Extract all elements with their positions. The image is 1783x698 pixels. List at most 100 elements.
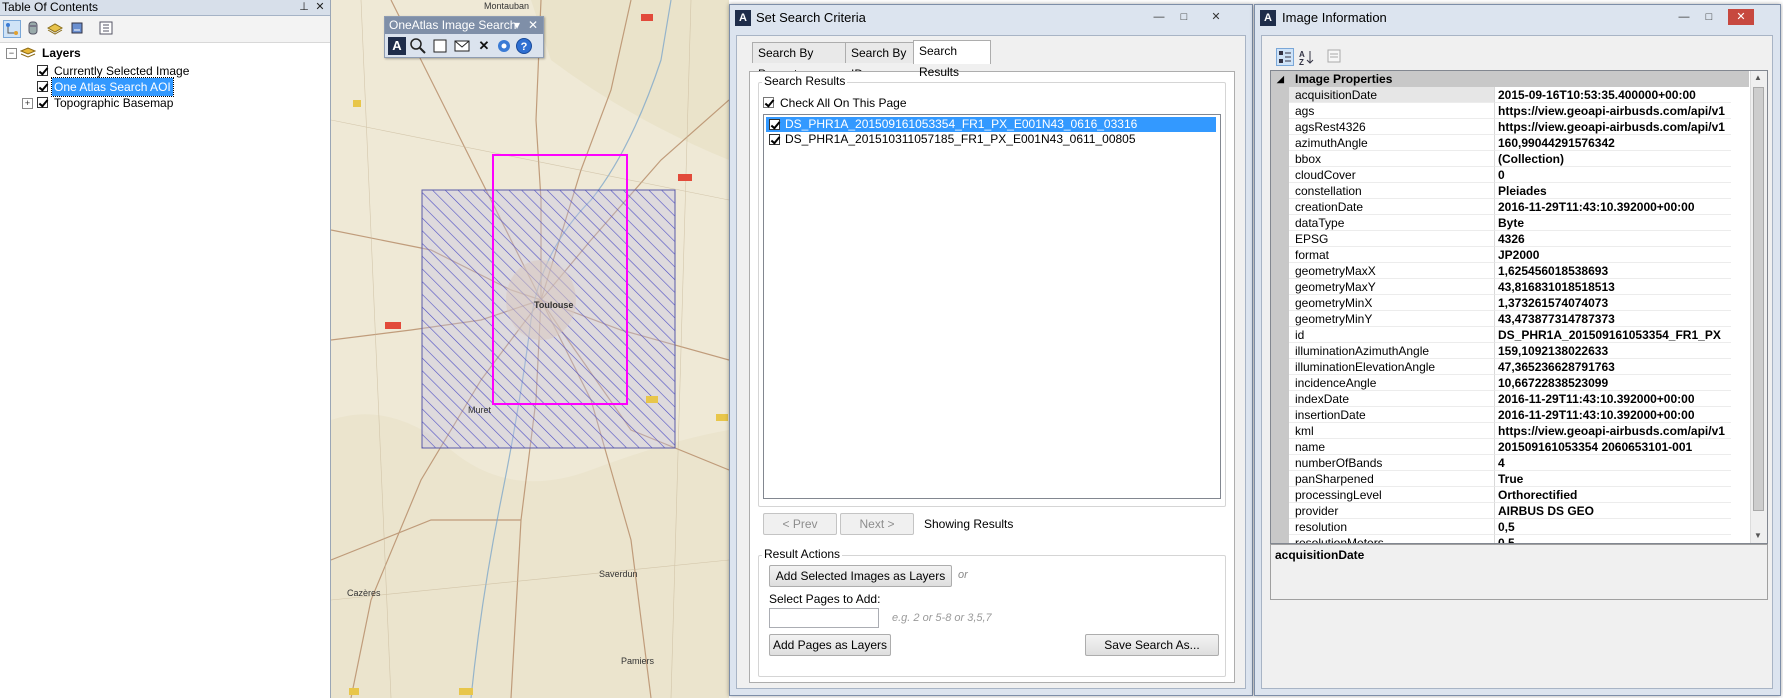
property-row[interactable]: acquisitionDate 2015-09-16T10:53:35.40000… (1289, 87, 1749, 103)
list-by-source-icon[interactable] (25, 20, 43, 38)
property-row[interactable]: insertionDate 2016-11-29T11:43:10.392000+… (1289, 407, 1749, 423)
envelope-select-icon[interactable] (453, 37, 471, 55)
map-view[interactable]: Montauban Toulouse Muret Saverdun Pamier… (331, 0, 729, 698)
category-header[interactable]: ◢ Image Properties (1271, 71, 1749, 87)
save-search-button[interactable]: Save Search As... (1085, 634, 1219, 656)
property-row[interactable]: name 201509161053354 2060653101-001 (1289, 439, 1749, 455)
property-row[interactable]: ags https://view.geoapi-airbusds.com/api/… (1289, 103, 1749, 119)
pin-icon[interactable]: ⊥ (298, 1, 310, 13)
oneatlas-toolbar-titlebar[interactable]: OneAtlas Image Search ▾ ✕ (385, 17, 543, 34)
property-row[interactable]: kml https://view.geoapi-airbusds.com/api/… (1289, 423, 1749, 439)
property-value[interactable]: 0,5 (1495, 535, 1731, 543)
property-grid-scrollbar[interactable]: ▲ ▼ (1750, 71, 1767, 543)
property-value[interactable]: 1,625456018538693 (1495, 263, 1731, 279)
property-row[interactable]: creationDate 2016-11-29T11:43:10.392000+0… (1289, 199, 1749, 215)
property-value[interactable]: 43,473877314787373 (1495, 311, 1731, 327)
property-value[interactable]: 2016-11-29T11:43:10.392000+00:00 (1495, 391, 1731, 407)
property-row[interactable]: resolutionMeters 0,5 (1289, 535, 1749, 543)
property-row[interactable]: azimuthAngle 160,99044291576342 (1289, 135, 1749, 151)
property-value[interactable]: AIRBUS DS GEO (1495, 503, 1731, 519)
property-row[interactable]: geometryMinY 43,473877314787373 (1289, 311, 1749, 327)
toolbar-close-icon[interactable]: ✕ (528, 17, 538, 34)
property-value[interactable]: (Collection) (1495, 151, 1731, 167)
property-value[interactable]: 0,5 (1495, 519, 1731, 535)
property-value[interactable]: 2015-09-16T10:53:35.400000+00:00 (1495, 87, 1731, 103)
property-value[interactable]: https://view.geoapi-airbusds.com/api/v1 (1495, 119, 1731, 135)
property-row[interactable]: geometryMinX 1,373261574074073 (1289, 295, 1749, 311)
property-value[interactable]: 2016-11-29T11:43:10.392000+00:00 (1495, 199, 1731, 215)
info-window-titlebar[interactable]: A Image Information — □ ✕ (1255, 5, 1780, 31)
property-row[interactable]: format JP2000 (1289, 247, 1749, 263)
prev-page-button[interactable]: < Prev (763, 513, 837, 535)
property-value[interactable]: 0 (1495, 167, 1731, 183)
property-row[interactable]: id DS_PHR1A_201509161053354_FR1_PX (1289, 327, 1749, 343)
property-row[interactable]: geometryMaxY 43,816831018518513 (1289, 279, 1749, 295)
oneatlas-logo-icon[interactable]: A (388, 37, 406, 55)
scroll-up-icon[interactable]: ▲ (1754, 73, 1762, 82)
collapse-icon[interactable]: − (6, 48, 17, 59)
property-value[interactable]: Byte (1495, 215, 1731, 231)
property-value[interactable]: Orthorectified (1495, 487, 1731, 503)
property-value[interactable]: 4326 (1495, 231, 1731, 247)
pages-input[interactable] (769, 608, 879, 628)
toc-layer-row[interactable]: + Topographic Basemap (0, 94, 220, 112)
close-button[interactable]: ✕ (1205, 9, 1227, 25)
rectangle-select-icon[interactable] (431, 37, 449, 55)
property-row[interactable]: illuminationAzimuthAngle 159,109213802263… (1289, 343, 1749, 359)
property-row[interactable]: cloudCover 0 (1289, 167, 1749, 183)
property-pages-button[interactable] (1326, 48, 1344, 66)
maximize-button[interactable]: □ (1698, 9, 1720, 25)
result-checkbox[interactable] (769, 119, 780, 130)
scroll-down-icon[interactable]: ▼ (1754, 531, 1762, 540)
zoom-icon[interactable] (409, 37, 427, 55)
expand-icon[interactable]: + (22, 98, 33, 109)
property-value[interactable]: True (1495, 471, 1731, 487)
layers-root[interactable]: − Layers (0, 44, 200, 62)
property-value[interactable]: JP2000 (1495, 247, 1731, 263)
property-value[interactable]: 160,99044291576342 (1495, 135, 1731, 151)
result-checkbox[interactable] (769, 134, 780, 145)
property-row[interactable]: dataType Byte (1289, 215, 1749, 231)
property-value[interactable]: 43,816831018518513 (1495, 279, 1731, 295)
property-grid[interactable]: ◢ Image Properties acquisitionDate 2015-0… (1270, 70, 1768, 544)
property-row[interactable]: provider AIRBUS DS GEO (1289, 503, 1749, 519)
check-all-checkbox[interactable] (763, 97, 774, 108)
property-value[interactable]: 159,1092138022633 (1495, 343, 1731, 359)
property-row[interactable]: geometryMaxX 1,625456018538693 (1289, 263, 1749, 279)
categorized-view-button[interactable] (1276, 48, 1294, 66)
search-result-item[interactable]: DS_PHR1A_201509161053354_FR1_PX_E001N43_… (766, 117, 1216, 132)
list-by-selection-icon[interactable] (69, 20, 87, 38)
property-value[interactable]: 1,373261574074073 (1495, 295, 1731, 311)
list-by-visibility-icon[interactable] (46, 20, 65, 38)
identify-icon[interactable] (495, 37, 513, 55)
minimize-button[interactable]: — (1148, 9, 1170, 25)
layer-visibility-checkbox[interactable] (37, 81, 48, 92)
property-value[interactable]: https://view.geoapi-airbusds.com/api/v1 (1495, 103, 1731, 119)
property-value[interactable]: 4 (1495, 455, 1731, 471)
property-row[interactable]: panSharpened True (1289, 471, 1749, 487)
property-row[interactable]: processingLevel Orthorectified (1289, 487, 1749, 503)
search-window-titlebar[interactable]: A Set Search Criteria — □ ✕ (730, 5, 1252, 31)
property-row[interactable]: illuminationElevationAngle 47,36523662879… (1289, 359, 1749, 375)
property-value[interactable]: https://view.geoapi-airbusds.com/api/v1 (1495, 423, 1731, 439)
scrollbar-thumb[interactable] (1753, 87, 1764, 511)
collapse-category-icon[interactable]: ◢ (1277, 71, 1284, 87)
help-icon[interactable]: ? (515, 37, 533, 55)
close-button[interactable]: ✕ (1728, 9, 1754, 25)
alphabetical-view-button[interactable]: AZ (1298, 48, 1316, 67)
search-result-item[interactable]: DS_PHR1A_201510311057185_FR1_PX_E001N43_… (766, 132, 1216, 147)
property-row[interactable]: numberOfBands 4 (1289, 455, 1749, 471)
property-row[interactable]: bbox (Collection) (1289, 151, 1749, 167)
property-row[interactable]: incidenceAngle 10,66722838523099 (1289, 375, 1749, 391)
property-value[interactable]: DS_PHR1A_201509161053354_FR1_PX (1495, 327, 1731, 343)
add-pages-button[interactable]: Add Pages as Layers (769, 634, 891, 656)
property-value[interactable]: 47,365236628791763 (1495, 359, 1731, 375)
clear-icon[interactable]: ✕ (475, 37, 493, 55)
property-value[interactable]: 10,66722838523099 (1495, 375, 1731, 391)
search-results-list[interactable]: DS_PHR1A_201509161053354_FR1_PX_E001N43_… (763, 114, 1221, 499)
property-value[interactable]: Pleiades (1495, 183, 1731, 199)
minimize-button[interactable]: — (1673, 9, 1695, 25)
next-page-button[interactable]: Next > (840, 513, 914, 535)
property-value[interactable]: 201509161053354 2060653101-001 (1495, 439, 1731, 455)
tab-search-by-property[interactable]: Search By Property (752, 42, 846, 81)
